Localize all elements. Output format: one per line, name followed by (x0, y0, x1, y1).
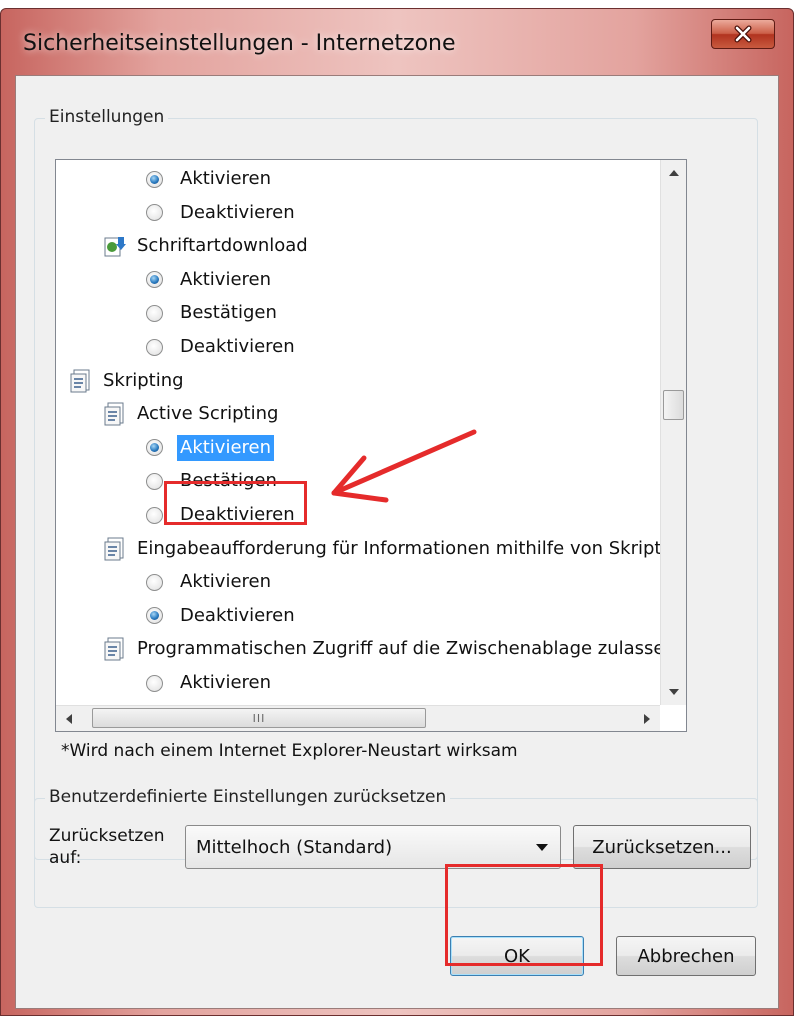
radio-dot (150, 174, 159, 184)
vertical-scrollbar[interactable] (660, 160, 686, 705)
radio-checked-icon[interactable] (146, 170, 163, 188)
radio-unchecked-icon[interactable] (146, 338, 163, 356)
radio-option-label: Aktivieren (180, 268, 272, 290)
radio-option-label: Deaktivieren (180, 201, 295, 223)
font-download-icon (104, 237, 126, 257)
radio-unchecked-icon[interactable] (146, 204, 163, 222)
title-bar[interactable]: Sicherheitseinstellungen - Internetzone (1, 9, 793, 75)
arrow-right-icon (644, 714, 650, 724)
arrow-down-icon (669, 689, 679, 695)
radio-unchecked-icon[interactable] (146, 573, 163, 591)
security-level-dropdown[interactable]: Mittelhoch (Standard) (185, 825, 561, 869)
scroll-grip: III (252, 711, 266, 725)
category-label: Schriftartdownload (137, 235, 308, 257)
close-icon (734, 25, 752, 43)
settings-group: Einstellungen Aktivieren Deaktivieren Schr… (34, 107, 758, 860)
vertical-scroll-thumb[interactable] (663, 390, 684, 420)
radio-dot (150, 443, 159, 453)
horizontal-scroll-thumb[interactable]: III (92, 708, 426, 728)
radio-option-label: Deaktivieren (180, 504, 295, 525)
radio-option[interactable]: Bestätigen (146, 465, 280, 497)
scroll-down-button[interactable] (661, 679, 686, 705)
dialog-window: Sicherheitseinstellungen - Internetzone … (0, 8, 794, 1016)
radio-option[interactable]: Deaktivieren (146, 197, 298, 229)
reset-group: Benutzerdefinierte Einstellungen zurücks… (34, 787, 758, 908)
script-icon (70, 369, 90, 393)
radio-option-label: Aktivieren (180, 168, 272, 189)
reset-button[interactable]: Zurücksetzen... (573, 825, 751, 869)
radio-checked-icon[interactable] (146, 439, 163, 457)
radio-dot (150, 611, 159, 621)
script-icon (104, 537, 124, 561)
radio-unchecked-icon[interactable] (146, 304, 163, 322)
settings-category: Schriftartdownload (104, 230, 311, 262)
radio-option-selected[interactable]: Aktivieren (146, 432, 276, 464)
category-label: Eingabeaufforderung für Informationen mi… (137, 537, 660, 559)
settings-category: Active Scripting (104, 398, 281, 430)
radio-dot (150, 275, 159, 285)
settings-tree[interactable]: Aktivieren Deaktivieren Schriftartdownload… (55, 159, 687, 732)
scroll-right-button[interactable] (634, 706, 660, 731)
radio-option[interactable]: Aktivieren (146, 163, 274, 195)
radio-option[interactable]: Bestätigen (146, 297, 280, 329)
category-label: Active Scripting (137, 403, 279, 425)
category-label: Programmatischen Zugriff auf die Zwische… (137, 638, 660, 660)
radio-unchecked-icon[interactable] (146, 472, 163, 490)
arrow-up-icon (669, 170, 679, 176)
radio-option-label: Bestätigen (180, 470, 277, 492)
radio-checked-icon[interactable] (146, 607, 163, 625)
restart-footnote: *Wird nach einem Internet Explorer-Neust… (61, 741, 518, 761)
scroll-left-button[interactable] (56, 706, 82, 731)
radio-option-label: Deaktivieren (180, 336, 295, 357)
horizontal-scrollbar[interactable]: III (56, 705, 660, 731)
radio-option[interactable]: Aktivieren (146, 667, 274, 699)
radio-option[interactable]: Aktivieren (146, 566, 274, 598)
radio-option-label: Aktivieren (175, 433, 276, 462)
radio-option[interactable]: Deaktivieren (146, 499, 298, 531)
radio-checked-icon[interactable] (146, 271, 163, 289)
radio-unchecked-icon[interactable] (146, 674, 163, 692)
settings-category: Eingabeaufforderung für Informationen mi… (104, 533, 660, 565)
script-icon (104, 402, 124, 426)
chevron-down-icon (536, 843, 548, 851)
dialog-body: Einstellungen Aktivieren Deaktivieren Schr… (15, 75, 779, 1009)
script-icon (104, 637, 124, 661)
radio-option-label: Deaktivieren (180, 604, 295, 626)
settings-category: Skripting (70, 365, 187, 397)
reset-to-label: Zurücksetzen auf: (49, 826, 165, 868)
radio-option-label: Aktivieren (180, 672, 272, 693)
category-label: Skripting (103, 369, 184, 391)
radio-unchecked-icon[interactable] (146, 506, 163, 524)
close-button[interactable] (711, 19, 775, 49)
ok-button[interactable]: OK (450, 936, 584, 976)
radio-option[interactable]: Deaktivieren (146, 331, 298, 363)
radio-option-label: Aktivieren (180, 571, 272, 593)
radio-option-label: Bestätigen (180, 302, 277, 324)
scroll-up-button[interactable] (661, 160, 686, 186)
cancel-button[interactable]: Abbrechen (616, 936, 756, 976)
reset-group-label: Benutzerdefinierte Einstellungen zurücks… (45, 787, 451, 807)
settings-tree-content: Aktivieren Deaktivieren Schriftartdownload… (56, 160, 660, 705)
radio-option[interactable]: Aktivieren (146, 264, 274, 296)
settings-category: Programmatischen Zugriff auf die Zwische… (104, 633, 660, 665)
window-title: Sicherheitseinstellungen - Internetzone (23, 31, 456, 56)
arrow-left-icon (66, 714, 72, 724)
settings-group-label: Einstellungen (45, 107, 169, 127)
security-level-value: Mittelhoch (Standard) (196, 836, 393, 858)
radio-option[interactable]: Deaktivieren (146, 600, 298, 632)
